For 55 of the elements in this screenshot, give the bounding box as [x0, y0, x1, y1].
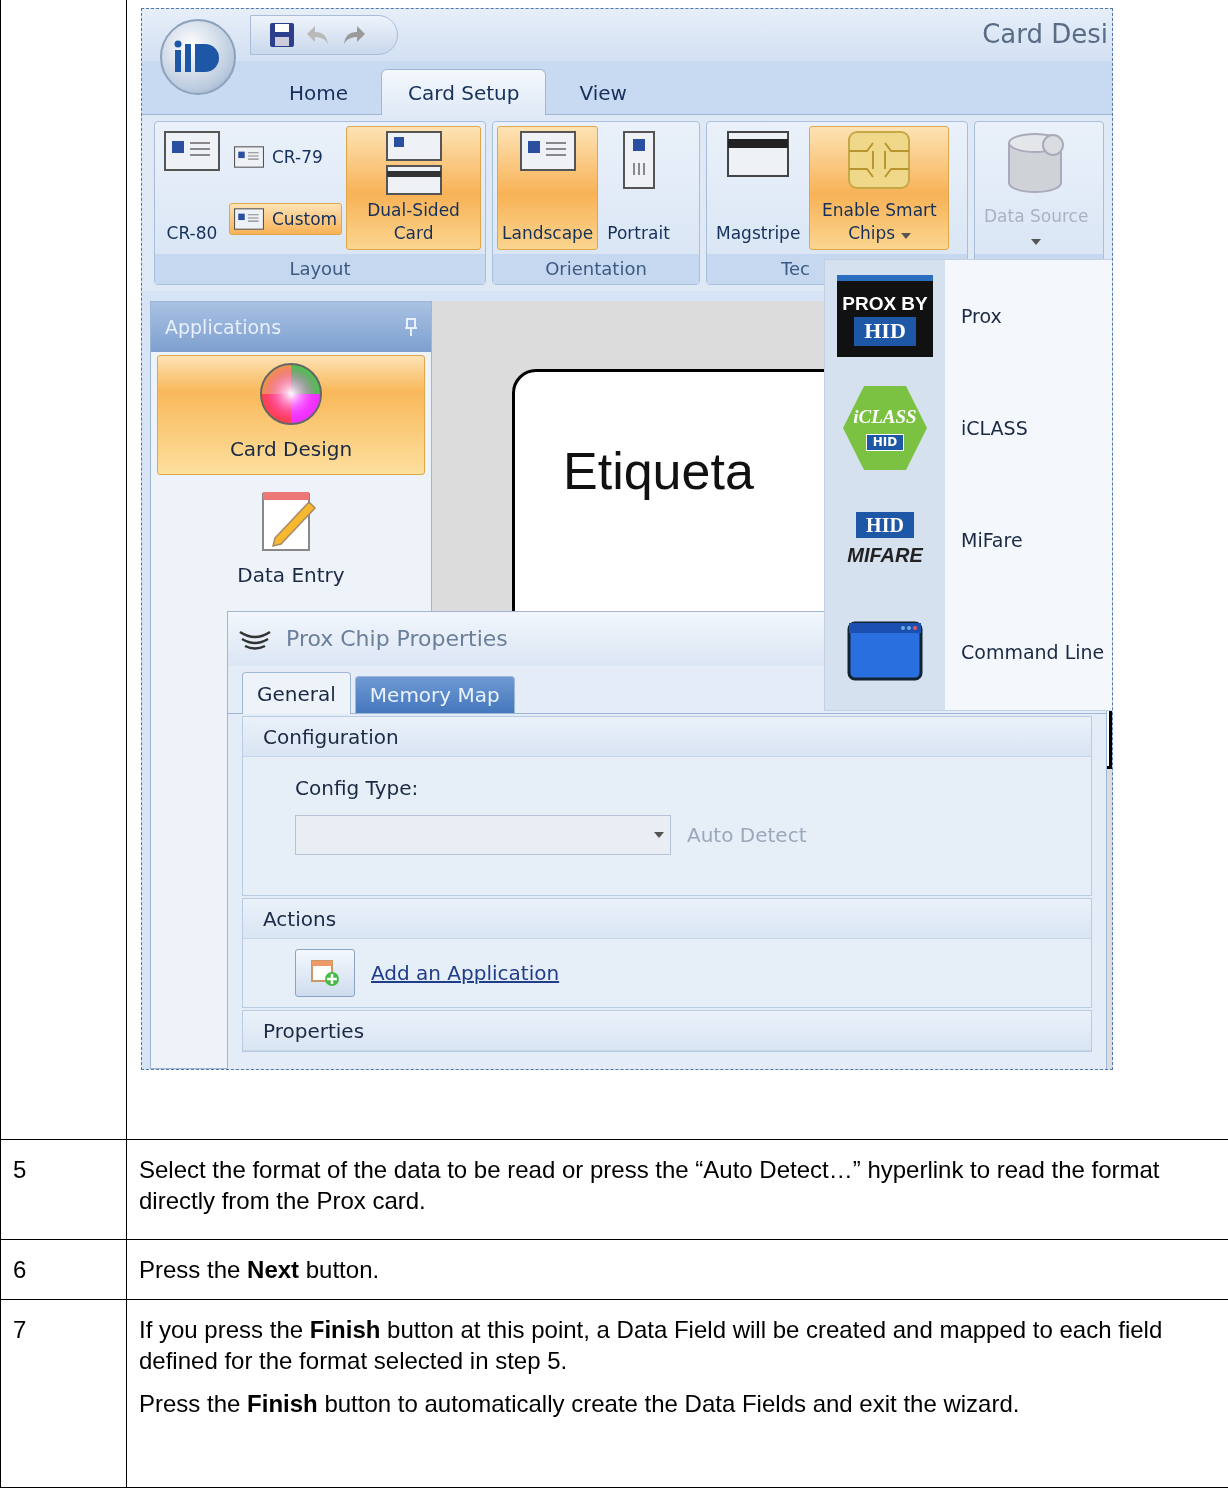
chip-icon	[848, 131, 911, 189]
pin-icon[interactable]	[405, 318, 417, 336]
step-text: Press the Finish button to automatically create the Data Fields and exit the wizard.	[139, 1389, 1021, 1420]
ribbon-button[interactable]: CR-80	[159, 126, 225, 250]
signal-waves-icon	[238, 628, 272, 650]
ribbon-button[interactable]: CR-79	[229, 140, 343, 174]
config-type-dropdown[interactable]	[295, 815, 671, 855]
ribbon-button[interactable]: Enable Smart Chips	[809, 126, 950, 250]
menu-item[interactable]: Command Line	[825, 596, 1112, 708]
card-label: Etiqueta	[563, 442, 754, 500]
caret-icon	[654, 832, 664, 838]
window-title: Card Desi	[982, 18, 1108, 52]
step-text: If you press the Finish button at this point, a Data Field will be created and mapped to each field defined for the format selected in step 5.	[139, 1315, 1164, 1377]
add-application-button[interactable]	[295, 949, 355, 997]
field-label: Config Type:	[295, 775, 420, 801]
ribbon-button[interactable]: Magstripe	[711, 126, 806, 250]
group-label: Orientation	[493, 254, 699, 284]
window-plus-icon	[310, 959, 340, 987]
save-icon[interactable]	[269, 22, 295, 48]
database-icon	[1007, 131, 1066, 193]
step-number: 5	[13, 1155, 28, 1185]
ribbon-button[interactable]: Dual-Sided Card	[346, 126, 481, 250]
color-wheel-icon	[259, 362, 323, 426]
add-application-link[interactable]: Add an Application	[371, 960, 560, 986]
ribbon-button[interactable]: Landscape	[497, 126, 599, 250]
step-text: Press the Next button.	[139, 1255, 381, 1285]
ribbon-tab[interactable]: Card Setup	[381, 69, 547, 115]
step-number: 6	[13, 1255, 28, 1285]
step-text: Select the format of the data to be read or press the “Auto Detect…” hyperlink to read the format directly from the Prox card.	[139, 1155, 1161, 1217]
ribbon-button[interactable]: Custom	[229, 202, 343, 236]
section-title: Actions	[243, 899, 1091, 939]
magstripe-card-icon	[727, 131, 790, 177]
group-label: Layout	[155, 254, 485, 284]
iclass-logo: iCLASS HID	[843, 386, 927, 470]
mifare-logo: HID MIFARE	[847, 512, 923, 568]
ribbon-button[interactable]: Portrait	[602, 126, 675, 250]
section-title: Properties	[243, 1011, 1091, 1051]
panel-title: Applications	[165, 314, 282, 340]
card-icon	[164, 131, 220, 171]
panel-title: Prox Chip Properties	[286, 624, 508, 653]
panel-tab[interactable]: General	[242, 672, 351, 714]
prox-logo: PROX BY HID	[837, 275, 933, 357]
ribbon-tab[interactable]: View	[552, 69, 654, 115]
menu-item[interactable]: iCLASS HID iCLASS	[825, 372, 1112, 484]
portrait-card-icon	[622, 131, 655, 189]
application-item[interactable]: Data Entry	[157, 481, 425, 601]
section-title: Configuration	[243, 717, 1091, 757]
landscape-card-icon	[519, 131, 576, 171]
card-icon	[234, 208, 264, 230]
dual-card-icon	[385, 131, 442, 195]
ribbon-tab[interactable]: Home	[262, 69, 376, 115]
step-number: 7	[13, 1315, 28, 1345]
menu-item[interactable]: HID MIFARE MiFare	[825, 484, 1112, 596]
application-item[interactable]: Card Design	[157, 355, 425, 475]
card-icon	[234, 146, 264, 168]
